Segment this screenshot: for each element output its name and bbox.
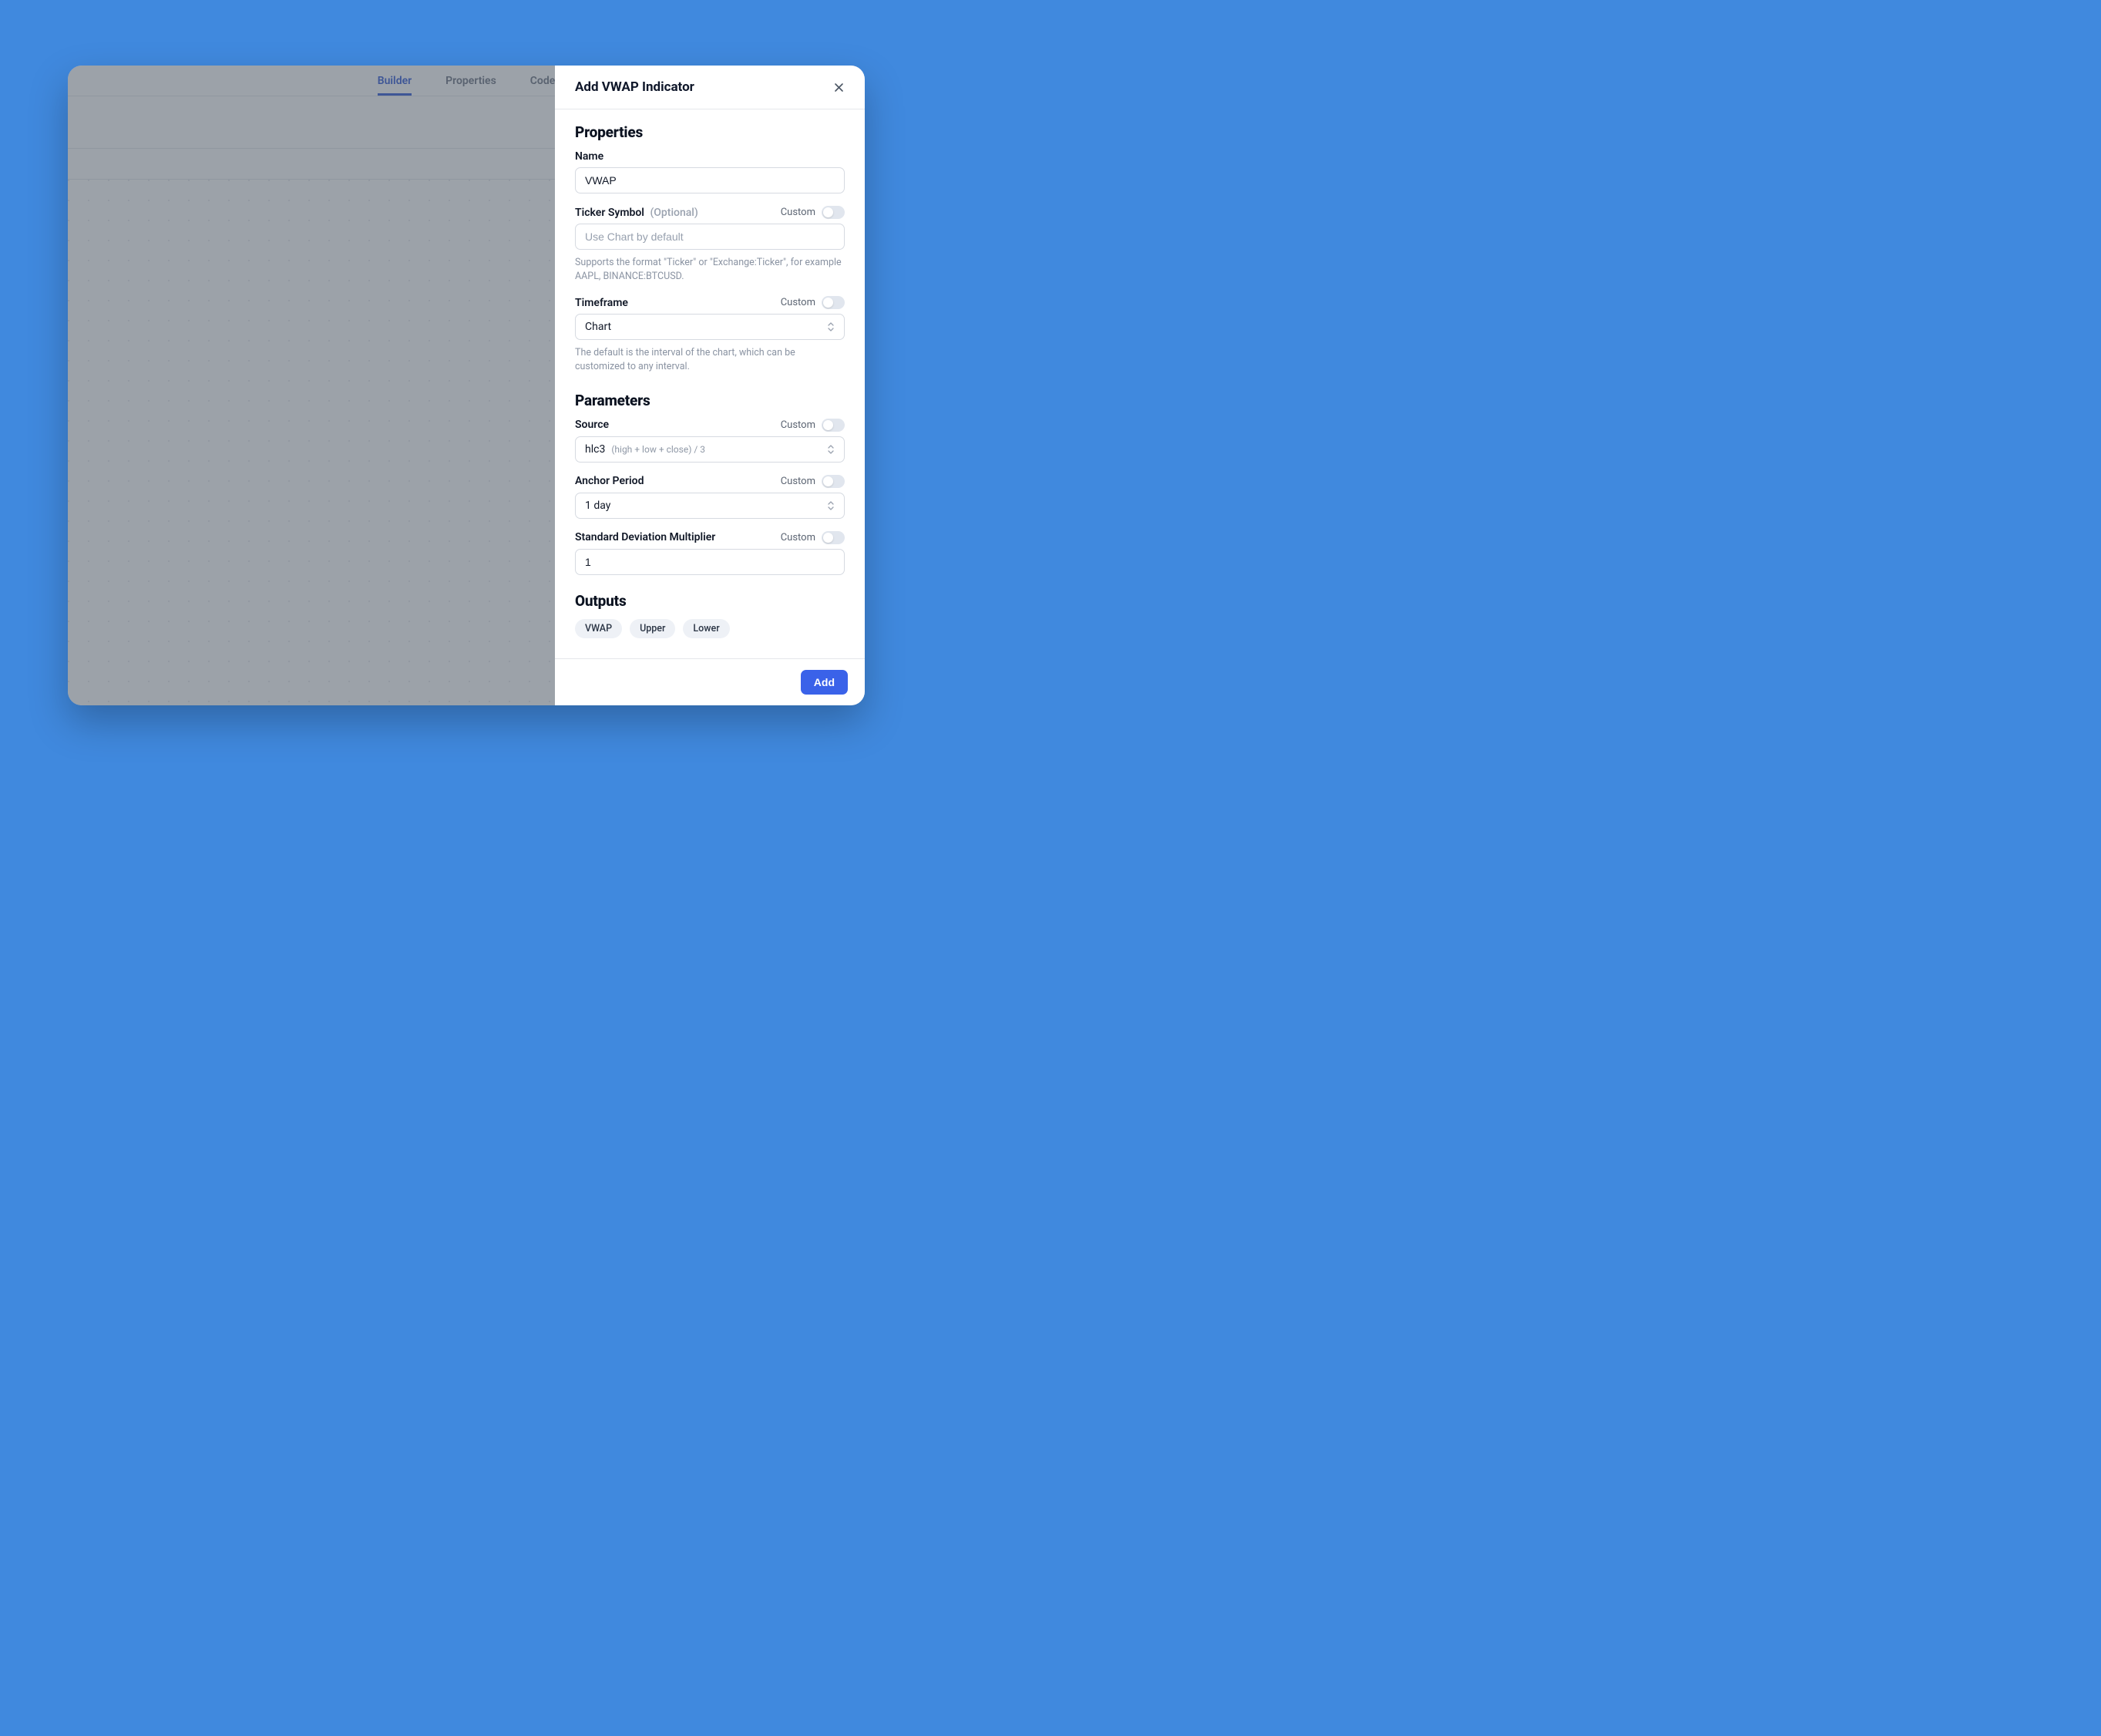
source-custom-label: Custom [781, 419, 815, 431]
side-panel: Add VWAP Indicator Properties Name [555, 66, 865, 705]
panel-body: Properties Name Ticker Symbol (Optional) [555, 109, 865, 658]
section-outputs-title: Outputs [575, 592, 845, 610]
stddev-custom-toggle[interactable] [822, 531, 845, 544]
helper-ticker: Supports the format "Ticker" or "Exchang… [575, 256, 845, 284]
input-name[interactable] [585, 174, 835, 187]
select-timeframe-value: Chart [585, 321, 611, 333]
outputs-pills: VWAP Upper Lower [575, 619, 845, 638]
label-name: Name [575, 150, 603, 163]
ticker-custom-toggle[interactable] [822, 206, 845, 219]
stddev-custom-wrap: Custom [781, 531, 845, 544]
add-button[interactable]: Add [801, 670, 848, 695]
timeframe-custom-toggle[interactable] [822, 296, 845, 309]
label-ticker-text: Ticker Symbol [575, 207, 644, 219]
output-pill-upper[interactable]: Upper [630, 619, 675, 638]
label-anchor: Anchor Period [575, 475, 644, 487]
anchor-custom-toggle[interactable] [822, 475, 845, 488]
input-stddev[interactable] [585, 556, 835, 568]
label-source: Source [575, 419, 609, 431]
select-source-value: hlc3 [585, 443, 605, 456]
chevron-updown-icon [827, 321, 835, 332]
anchor-custom-wrap: Custom [781, 475, 845, 488]
source-custom-toggle[interactable] [822, 419, 845, 432]
ticker-custom-label: Custom [781, 207, 815, 218]
field-name: Name [575, 150, 845, 193]
select-timeframe[interactable]: Chart [575, 314, 845, 340]
anchor-custom-label: Custom [781, 476, 815, 487]
input-ticker[interactable] [585, 230, 835, 243]
field-source: Source Custom hlc3 (high + low + close) … [575, 419, 845, 463]
stddev-custom-label: Custom [781, 532, 815, 543]
ticker-custom-wrap: Custom [781, 206, 845, 219]
label-ticker: Ticker Symbol (Optional) [575, 207, 698, 219]
label-timeframe: Timeframe [575, 297, 628, 309]
close-icon[interactable] [829, 78, 848, 96]
field-anchor: Anchor Period Custom 1 day [575, 475, 845, 519]
app-window: Builder Properties Code Add VWAP Indicat… [68, 66, 865, 705]
section-properties-title: Properties [575, 123, 845, 141]
panel-footer: Add [555, 658, 865, 705]
timeframe-custom-wrap: Custom [781, 296, 845, 309]
chevron-updown-icon [827, 500, 835, 511]
output-pill-vwap[interactable]: VWAP [575, 619, 622, 638]
input-ticker-wrap [575, 224, 845, 250]
select-source[interactable]: hlc3 (high + low + close) / 3 [575, 436, 845, 463]
timeframe-custom-label: Custom [781, 297, 815, 308]
panel-header: Add VWAP Indicator [555, 66, 865, 109]
label-ticker-optional: (Optional) [650, 207, 698, 219]
input-name-wrap [575, 167, 845, 193]
label-stddev: Standard Deviation Multiplier [575, 531, 715, 543]
select-source-desc: (high + low + close) / 3 [611, 444, 705, 455]
field-timeframe: Timeframe Custom Chart The default is th… [575, 296, 845, 374]
section-parameters-title: Parameters [575, 392, 845, 409]
chevron-updown-icon [827, 444, 835, 455]
field-stddev: Standard Deviation Multiplier Custom [575, 531, 845, 575]
select-anchor-value: 1 day [585, 500, 610, 512]
input-stddev-wrap [575, 549, 845, 575]
panel-title: Add VWAP Indicator [575, 79, 694, 95]
helper-timeframe: The default is the interval of the chart… [575, 346, 845, 374]
source-custom-wrap: Custom [781, 419, 845, 432]
output-pill-lower[interactable]: Lower [683, 619, 729, 638]
field-ticker: Ticker Symbol (Optional) Custom Supports… [575, 206, 845, 284]
select-anchor[interactable]: 1 day [575, 493, 845, 519]
